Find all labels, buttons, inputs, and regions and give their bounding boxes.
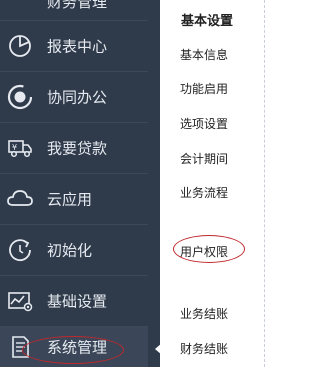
sync-circle-icon bbox=[6, 83, 34, 111]
svg-text:¥: ¥ bbox=[12, 143, 17, 152]
submenu-item-financial-closing[interactable]: 财务结账 bbox=[180, 340, 228, 357]
sidebar-item-basic-settings[interactable]: 基础设置 bbox=[0, 276, 148, 326]
sidebar-item-label: 报表中心 bbox=[47, 37, 108, 56]
submenu-dashed-border bbox=[264, 0, 266, 367]
sidebar-item-loan[interactable]: ¥ 我要贷款 bbox=[0, 123, 148, 173]
sidebar-item-collaboration[interactable]: 协同办公 bbox=[0, 72, 148, 122]
sidebar-item-label: 基础设置 bbox=[47, 292, 108, 311]
app-window: 财务管理 报表中心 协同办公 ¥ 我要贷款 云应用 初始化 基础设置 系统管理 … bbox=[0, 0, 270, 367]
submenu-item-business-closing[interactable]: 业务结账 bbox=[180, 305, 228, 322]
cloud-icon bbox=[6, 185, 34, 213]
submenu-panel: 基本设置 基本信息 功能启用 选项设置 会计期间 业务流程 用户权限 业务结账 … bbox=[160, 0, 270, 367]
sidebar-item-partial-label[interactable]: 财务管理 bbox=[47, 0, 107, 12]
submenu-item-feature-enable[interactable]: 功能启用 bbox=[180, 80, 228, 97]
highlight-ellipse-system-management bbox=[22, 336, 124, 364]
pie-chart-icon bbox=[6, 32, 34, 60]
highlight-ellipse-user-permissions bbox=[173, 235, 245, 263]
sidebar-item-label: 云应用 bbox=[47, 190, 93, 209]
sidebar-item-initialize[interactable]: 初始化 bbox=[0, 225, 148, 275]
sidebar-nav: 财务管理 报表中心 协同办公 ¥ 我要贷款 云应用 初始化 基础设置 系统管理 bbox=[0, 0, 148, 367]
submenu-item-basic-info[interactable]: 基本信息 bbox=[180, 46, 228, 63]
loan-truck-icon: ¥ bbox=[6, 134, 34, 162]
submenu-title: 基本设置 bbox=[181, 14, 234, 29]
refresh-clock-icon bbox=[6, 236, 34, 264]
sidebar-item-reports[interactable]: 报表中心 bbox=[0, 21, 148, 71]
chart-settings-icon bbox=[6, 287, 34, 315]
submenu-item-accounting-period[interactable]: 会计期间 bbox=[180, 150, 228, 167]
submenu-item-business-process[interactable]: 业务流程 bbox=[180, 184, 228, 201]
submenu-gutter bbox=[148, 0, 160, 367]
sidebar-item-label: 我要贷款 bbox=[47, 139, 108, 158]
sidebar-item-cloud-apps[interactable]: 云应用 bbox=[0, 174, 148, 224]
sidebar-item-label: 初始化 bbox=[47, 241, 93, 260]
submenu-item-options[interactable]: 选项设置 bbox=[180, 115, 228, 132]
sidebar-item-label: 协同办公 bbox=[47, 88, 108, 107]
